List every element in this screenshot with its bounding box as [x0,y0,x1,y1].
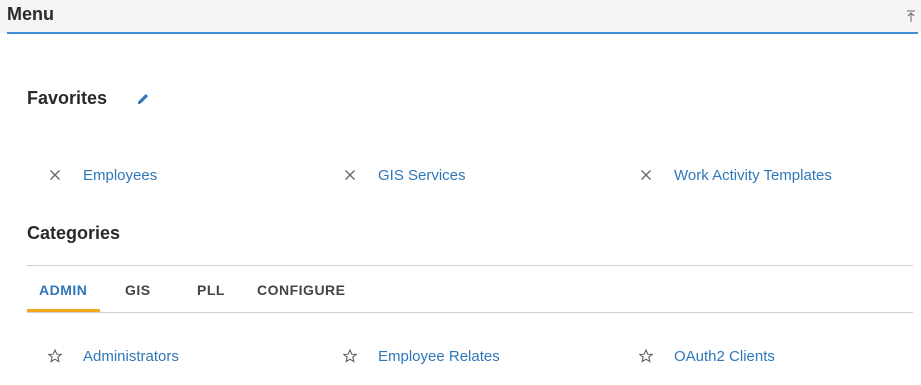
favorite-link-gis-services[interactable]: GIS Services [378,167,466,184]
close-icon[interactable] [49,169,61,181]
categories-title: Categories [27,223,121,243]
star-outline-icon[interactable] [639,349,653,363]
star-outline-icon[interactable] [343,349,357,363]
tab-pll[interactable]: PLL [197,282,225,298]
category-link-administrators[interactable]: Administrators [83,348,179,365]
menu-header: Menu [0,0,921,33]
tab-admin[interactable]: ADMIN [39,282,87,298]
collapse-up-icon[interactable] [905,9,917,23]
favorite-item: Work Activity Templates [640,165,832,185]
favorite-link-employees[interactable]: Employees [83,167,157,184]
favorite-item: Employees [49,165,157,185]
favorite-link-work-activity-templates[interactable]: Work Activity Templates [674,167,832,184]
categories-divider [27,265,913,266]
menu-title: Menu [7,4,54,24]
close-icon[interactable] [640,169,652,181]
tab-gis[interactable]: GIS [125,282,151,298]
close-icon[interactable] [344,169,356,181]
menu-content: Favorites Employees GIS Services Work Ac… [0,34,921,385]
category-link-employee-relates[interactable]: Employee Relates [378,348,500,365]
star-outline-icon[interactable] [48,349,62,363]
category-item: Employee Relates [343,346,500,366]
favorite-item: GIS Services [344,165,466,185]
tabs-divider [27,312,913,313]
favorites-title: Favorites [27,88,108,108]
category-item: Administrators [48,346,179,366]
pencil-icon[interactable] [136,92,150,106]
category-link-oauth2-clients[interactable]: OAuth2 Clients [674,348,775,365]
tab-configure[interactable]: CONFIGURE [257,282,346,298]
category-item: OAuth2 Clients [639,346,775,366]
